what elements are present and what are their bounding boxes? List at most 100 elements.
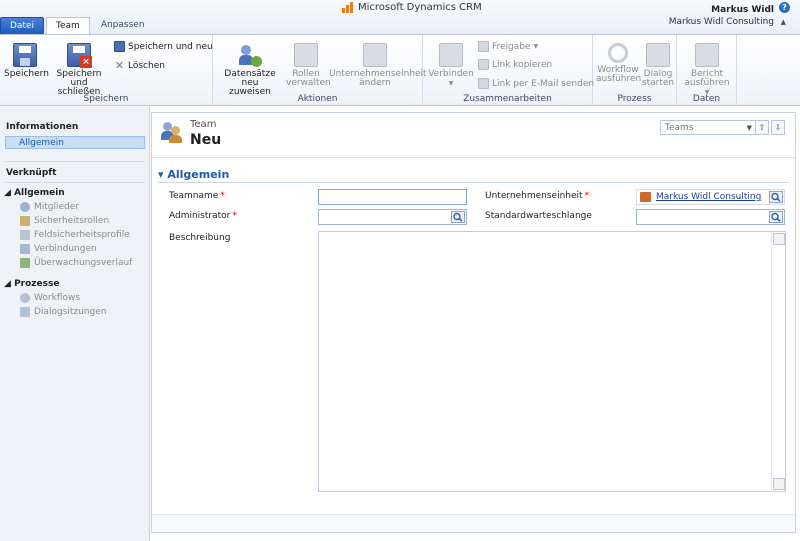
delete-icon: ✕ [114,59,125,72]
nav-related-heading: Verknüpft [6,168,57,178]
scroll-up-button[interactable] [773,233,785,245]
arrow-up-icon: ⇧ [758,123,766,132]
email-link-button[interactable]: Link per E-Mail senden [478,78,594,89]
process-group-label: Prozess [617,94,652,104]
workflows-icon [20,293,30,303]
brand-name: Microsoft Dynamics CRM [358,2,482,13]
title-bar: Datei Team Anpassen Microsoft Dynamics C… [0,0,800,35]
section-general[interactable]: ▾ Allgemein [158,168,229,181]
help-icon[interactable]: ? [779,2,790,13]
share-label: Freigabe [492,41,531,52]
run-workflow-button[interactable]: Workflow ausführen [596,43,642,84]
teamname-input[interactable] [318,189,467,205]
lookup-icon[interactable] [769,211,783,223]
dynamics-logo-icon [342,2,354,13]
nav-item-general[interactable]: Allgemein [5,136,145,149]
delete-button[interactable]: ✕ Löschen [114,59,165,72]
start-dialog-button[interactable]: Dialog starten [641,43,675,88]
tab-file[interactable]: Datei [0,17,45,34]
manage-roles-icon [294,43,318,67]
business-unit-icon [363,43,387,67]
form-selector[interactable]: Teams ▼ [660,120,756,135]
workflow-label-2: ausführen [596,74,642,84]
description-scrollbar[interactable] [771,232,785,491]
administrator-label: Administrator * [169,211,237,221]
section-general-title: Allgemein [167,168,230,181]
nav-item-connections[interactable]: Verbindungen [20,244,97,254]
save-button[interactable]: Speichern [4,43,49,79]
dialog-icon [646,43,670,67]
chevron-up-icon[interactable]: ▲ [781,18,786,26]
record-title: Neu [190,132,222,148]
tab-team[interactable]: Team [46,17,90,35]
organization-name[interactable]: Markus Widl Consulting [669,17,774,27]
nav-item-audit-history[interactable]: Überwachungsverlauf [20,258,132,268]
report-icon [695,43,719,67]
team-icon [161,121,183,143]
nav-item-field-security-profiles[interactable]: Feldsicherheitsprofile [20,230,130,240]
share-button[interactable]: Freigabe ▼ [478,41,538,52]
save-icon [13,43,37,67]
form-area: Team Neu Teams ▼ ⇧ ⇩ ▾ Allgemein Teamnam… [151,112,796,533]
reassign-records-button[interactable]: Datensätze neu zuweisen [217,43,283,97]
teamname-label: Teamname * [169,191,225,201]
nav-item-workflows[interactable]: Workflows [20,293,80,303]
dialog-label-2: starten [641,78,675,88]
lookup-icon[interactable] [769,191,783,203]
change-business-unit-button[interactable]: Unternehmenseinheit ändern [329,43,427,88]
tab-customize[interactable]: Anpassen [92,17,154,34]
ribbon-group-collaborate: Verbinden ▼ Freigabe ▼ Link kopieren Lin… [423,35,594,106]
save-and-close-button[interactable]: × Speichern und schließen [48,43,110,97]
delete-label: Löschen [128,60,165,71]
dialog-sessions-icon [20,307,30,317]
reassign-icon [238,43,262,67]
crm-window: Datei Team Anpassen Microsoft Dynamics C… [0,0,800,541]
save-label: Speichern [4,69,49,79]
nav-item-members[interactable]: Mitglieder [20,202,79,212]
previous-record-button[interactable]: ⇧ [755,120,769,135]
lookup-icon[interactable] [451,211,465,223]
nav-item-dialog-sessions[interactable]: Dialogsitzungen [20,307,106,317]
connect-button[interactable]: Verbinden ▼ [426,43,476,88]
collaborate-group-label: Zusammenarbeiten [463,94,552,104]
nav-item-security-roles[interactable]: Sicherheitsrollen [20,216,109,226]
default-queue-lookup[interactable] [636,209,785,225]
bu-label-2: ändern [359,78,391,88]
scroll-down-button[interactable] [773,478,785,490]
description-textarea[interactable] [318,231,786,492]
nav-group-general[interactable]: ◢ Allgemein [4,188,65,198]
roles-label-2: verwalten [286,78,331,88]
business-unit-link[interactable]: Markus Widl Consulting [656,192,761,202]
next-record-button[interactable]: ⇩ [771,120,785,135]
copy-link-label: Link kopieren [492,59,553,70]
administrator-lookup[interactable] [318,209,467,225]
save-and-new-button[interactable]: Speichern und neu [114,41,213,52]
nav-item-general-label: Allgemein [19,138,64,148]
save-new-icon [114,41,125,52]
form-navigation: Informationen Allgemein Verknüpft ◢ Allg… [0,107,150,541]
manage-roles-button[interactable]: Rollen verwalten [286,43,331,88]
actions-group-label: Aktionen [297,94,338,104]
save-group-label: Speichern [83,94,129,104]
nav-info-heading: Informationen [6,122,79,132]
description-label: Beschreibung [169,233,231,243]
email-link-label: Link per E-Mail senden [492,78,595,89]
business-unit-label: Unternehmenseinheit * [485,191,590,201]
copy-link-button[interactable]: Link kopieren [478,59,552,70]
business-unit-lookup[interactable]: Markus Widl Consulting [636,189,785,205]
ribbon-group-process: Workflow ausführen Dialog starten Prozes… [593,35,677,106]
save-new-label: Speichern und neu [128,41,213,52]
nav-group-processes[interactable]: ◢ Prozesse [4,279,59,289]
ribbon: Speichern × Speichern und schließen Spei… [0,34,800,106]
connect-icon [439,43,463,67]
form-footer [152,514,795,532]
ribbon-group-data: Bericht ausführen ▼ Daten [677,35,737,106]
security-roles-icon [20,216,30,226]
email-link-icon [478,78,489,89]
entity-name: Team [190,119,217,130]
arrow-down-icon: ⇩ [774,123,782,132]
save-close-icon: × [67,43,92,68]
data-group-label: Daten [692,94,721,104]
run-report-button[interactable]: Bericht ausführen ▼ [681,43,733,97]
user-name[interactable]: Markus Widl [711,5,774,15]
